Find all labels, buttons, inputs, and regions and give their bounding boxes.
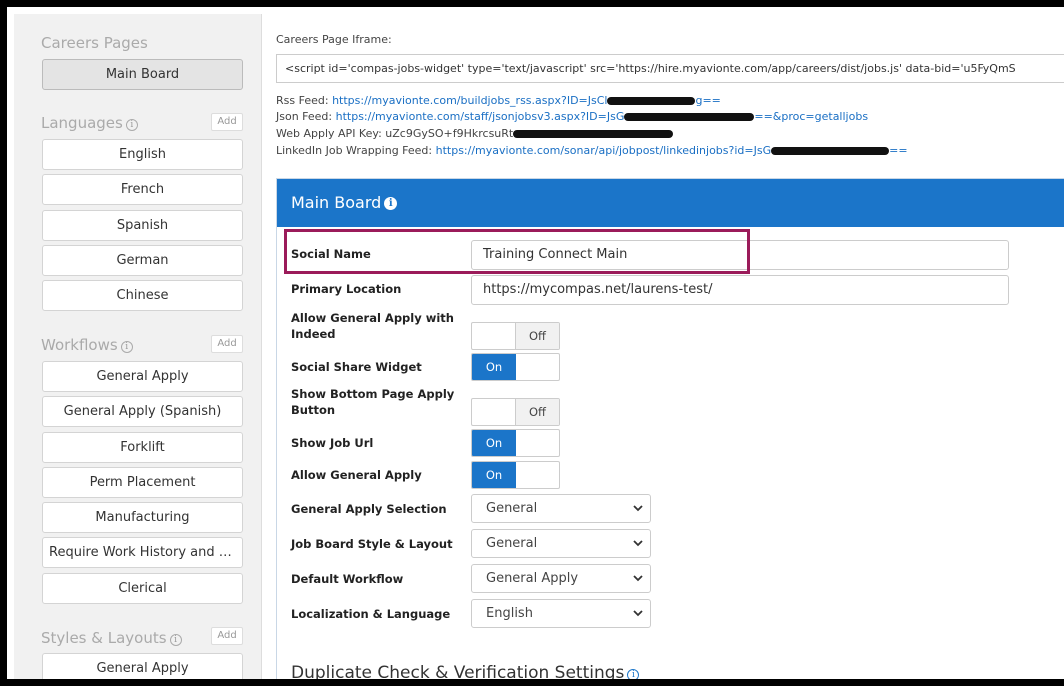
linkedin-feed-link[interactable]: https://myavionte.com/sonar/api/jobpost/…: [436, 144, 772, 157]
iframe-label: Careers Page Iframe:: [276, 33, 392, 46]
app-frame: Careers Pages Main Board Languages i Add …: [0, 0, 1064, 686]
add-workflow-button[interactable]: Add: [211, 335, 243, 353]
sidebar-item-german[interactable]: German: [42, 245, 243, 276]
redaction-mark: [513, 130, 674, 138]
redaction-mark: [624, 113, 755, 121]
sidebar-item-style-general-apply[interactable]: General Apply: [42, 653, 243, 679]
sidebar-item-clerical[interactable]: Clerical: [42, 573, 243, 604]
workflows-title-text: Workflows: [41, 336, 118, 354]
workflows-title: Workflows i: [41, 336, 133, 354]
panel-header: Main Board i: [277, 179, 1064, 227]
rss-feed-label: Rss Feed:: [276, 94, 329, 107]
json-feed-row: Json Feed: https://myavionte.com/staff/j…: [276, 110, 868, 123]
rss-feed-row: Rss Feed: https://myavionte.com/buildjob…: [276, 94, 721, 107]
bottom-apply-label: Show Bottom Page Apply Button: [291, 387, 455, 417]
chevron-down-icon: [633, 610, 643, 617]
primary-location-input[interactable]: https://mycompas.net/laurens-test/: [471, 275, 1009, 305]
panel-title: Main Board: [291, 193, 382, 212]
social-name-highlight: [284, 229, 750, 274]
ga-selection-label: General Apply Selection: [291, 502, 447, 516]
allow-indeed-label: Allow General Apply with Indeed: [291, 311, 454, 341]
linkedin-feed-label: LinkedIn Job Wrapping Feed:: [276, 144, 433, 157]
style-layout-label: Job Board Style & Layout: [291, 537, 453, 551]
iframe-code-field[interactable]: <script id='compas-jobs-widget' type='te…: [276, 54, 1064, 83]
add-style-button[interactable]: Add: [211, 627, 243, 645]
localization-label: Localization & Language: [291, 607, 451, 621]
careers-pages-title: Careers Pages: [41, 34, 148, 52]
info-icon[interactable]: i: [120, 341, 133, 353]
chevron-down-icon: [633, 575, 643, 582]
info-icon[interactable]: i: [384, 197, 398, 210]
job-url-toggle[interactable]: On: [471, 429, 560, 457]
sidebar-item-perm-placement[interactable]: Perm Placement: [42, 467, 243, 498]
select-value: English: [486, 606, 533, 621]
toggle-on-state: On: [472, 354, 516, 380]
job-url-label: Show Job Url: [291, 436, 374, 450]
redaction-mark: [771, 147, 890, 155]
languages-title: Languages i: [41, 114, 138, 132]
sidebar-item-manufacturing[interactable]: Manufacturing: [42, 502, 243, 533]
default-workflow-select[interactable]: General Apply: [471, 564, 651, 593]
sidebar-item-main-board[interactable]: Main Board: [42, 59, 243, 90]
sidebar-item-spanish[interactable]: Spanish: [42, 210, 243, 241]
rss-feed-link[interactable]: https://myavionte.com/buildjobs_rss.aspx…: [332, 94, 607, 107]
select-value: General: [486, 536, 538, 551]
info-icon[interactable]: i: [125, 119, 138, 131]
sidebar-item-general-apply[interactable]: General Apply: [42, 361, 243, 392]
toggle-on-state: On: [472, 430, 516, 456]
add-language-button[interactable]: Add: [211, 113, 243, 131]
sidebar-item-require-work-history[interactable]: Require Work History and E...: [42, 537, 243, 568]
bottom-apply-toggle[interactable]: Off: [471, 398, 560, 426]
sidebar-item-french[interactable]: French: [42, 174, 243, 205]
default-workflow-label: Default Workflow: [291, 572, 404, 586]
social-share-label: Social Share Widget: [291, 360, 422, 374]
ga-selection-select[interactable]: General: [471, 494, 651, 523]
linkedin-feed-row: LinkedIn Job Wrapping Feed: https://myav…: [276, 144, 908, 157]
api-key-label: Web Apply API Key:: [276, 127, 382, 140]
rss-feed-link-end[interactable]: g==: [695, 94, 720, 107]
info-icon[interactable]: i: [169, 634, 182, 646]
json-feed-link[interactable]: https://myavionte.com/staff/jsonjobsv3.a…: [336, 110, 625, 123]
social-share-toggle[interactable]: On: [471, 353, 560, 381]
sidebar-item-general-apply-spanish[interactable]: General Apply (Spanish): [42, 396, 243, 427]
chevron-down-icon: [633, 505, 643, 512]
toggle-on-state: On: [472, 462, 516, 488]
allow-general-toggle[interactable]: On: [471, 461, 560, 489]
allow-indeed-toggle[interactable]: Off: [471, 322, 560, 350]
primary-location-label: Primary Location: [291, 282, 402, 296]
select-value: General: [486, 501, 538, 516]
select-value: General Apply: [486, 571, 579, 586]
styles-layouts-title: Styles & Layouts i: [41, 629, 182, 647]
languages-title-text: Languages: [41, 114, 123, 132]
duplicate-check-title: Duplicate Check & Verification Settings i: [291, 663, 640, 683]
main-content: Careers Page Iframe: <script id='compas-…: [263, 14, 1064, 683]
linkedin-feed-link-end[interactable]: ==: [889, 144, 907, 157]
style-layout-select[interactable]: General: [471, 529, 651, 558]
info-icon[interactable]: i: [627, 669, 640, 679]
allow-general-label: Allow General Apply: [291, 468, 422, 482]
sidebar-item-forklift[interactable]: Forklift: [42, 432, 243, 463]
sidebar: Careers Pages Main Board Languages i Add …: [14, 14, 262, 679]
sidebar-item-english[interactable]: English: [42, 139, 243, 170]
toggle-off-state: Off: [515, 323, 559, 349]
chevron-down-icon: [633, 540, 643, 547]
api-key-row: Web Apply API Key: uZc9GySO+f9HkrcsuRt: [276, 127, 674, 140]
redaction-mark: [607, 97, 696, 105]
localization-select[interactable]: English: [471, 599, 651, 628]
json-feed-link-end[interactable]: ==&proc=getalljobs: [754, 110, 868, 123]
duplicate-check-title-text: Duplicate Check & Verification Settings: [291, 663, 625, 683]
styles-title-text: Styles & Layouts: [41, 629, 167, 647]
api-key-value: uZc9GySO+f9HkrcsuRt: [385, 127, 514, 140]
sidebar-item-chinese[interactable]: Chinese: [42, 280, 243, 311]
json-feed-label: Json Feed:: [276, 110, 333, 123]
toggle-off-state: Off: [515, 399, 559, 425]
